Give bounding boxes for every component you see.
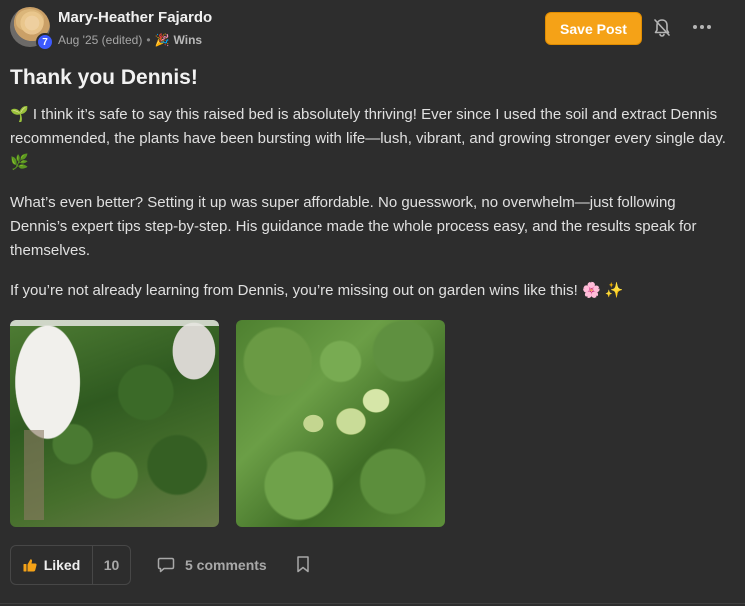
garden-bed-photo[interactable]: [10, 320, 219, 527]
bookmark-icon[interactable]: [296, 556, 310, 573]
like-group: Liked 10: [10, 545, 131, 585]
like-count[interactable]: 10: [93, 546, 130, 584]
post-date[interactable]: Aug '25 (edited): [58, 33, 142, 47]
comment-icon: [157, 557, 175, 573]
party-popper-icon: 🎉: [154, 33, 170, 47]
post-paragraph-3: If you’re not already learning from Denn…: [10, 282, 624, 299]
post-paragraph-1: 🌱 I think it’s safe to say this raised b…: [10, 106, 726, 171]
like-label: Liked: [43, 557, 81, 573]
post-header: 7 Mary-Heather Fajardo Aug '25 (edited) …: [10, 7, 735, 51]
author-avatar[interactable]: 7: [10, 7, 54, 51]
post-category[interactable]: Wins: [174, 33, 203, 47]
comments-button[interactable]: 5 comments: [157, 555, 267, 575]
comments-label: 5 comments: [185, 557, 267, 573]
level-badge: 7: [36, 33, 54, 51]
bell-off-icon[interactable]: [653, 18, 671, 38]
post-meta: Aug '25 (edited) • 🎉 Wins: [58, 33, 202, 47]
post-paragraph-2: What’s even better? Setting it up was su…: [10, 194, 697, 259]
save-post-button[interactable]: Save Post: [545, 12, 642, 45]
more-horizontal-icon[interactable]: [692, 19, 712, 35]
post-card: 7 Mary-Heather Fajardo Aug '25 (edited) …: [0, 0, 745, 606]
like-button[interactable]: Liked: [11, 546, 93, 584]
post-title: Thank you Dennis!: [10, 66, 198, 89]
thumbs-up-icon: [23, 559, 37, 572]
author-name[interactable]: Mary-Heather Fajardo: [58, 9, 212, 26]
meta-separator: •: [146, 33, 151, 47]
green-tomatoes-photo[interactable]: [236, 320, 445, 527]
divider: [0, 603, 745, 604]
